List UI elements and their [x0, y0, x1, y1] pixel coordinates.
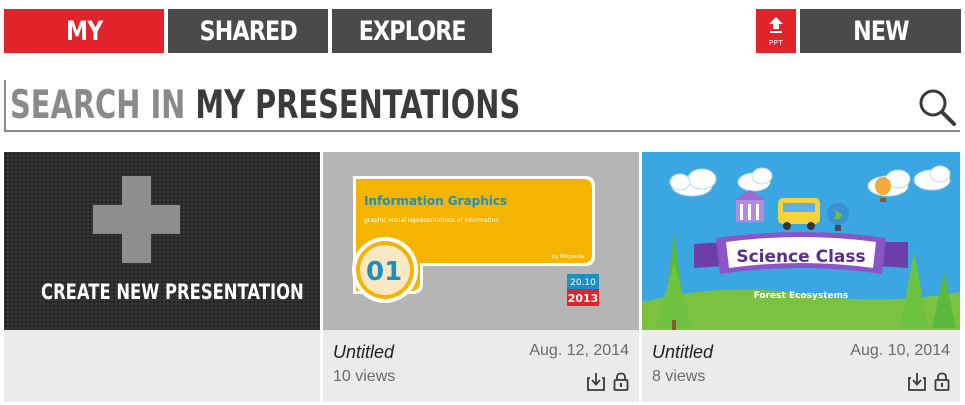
info-graphics-thumbnail: Information Graphics graphic visual repr…	[352, 176, 599, 306]
thumb-subheading: Forest Ecosystems	[754, 291, 849, 301]
download-icon[interactable]	[587, 372, 605, 391]
presentation-card-footer: Untitled Aug. 10, 2014 8 views	[642, 330, 960, 402]
presentation-card-footer: Untitled Aug. 12, 2014 10 views	[323, 330, 639, 402]
presentation-views: 10 views	[333, 368, 396, 385]
search-input[interactable]: SEARCH IN MY PRESENTATIONS	[10, 84, 520, 128]
lock-icon[interactable]	[934, 372, 950, 391]
tab-my-label: MY	[65, 15, 103, 47]
ppt-label: PPT	[768, 39, 784, 47]
presentation-title[interactable]: Untitled	[652, 342, 713, 363]
presentation-views: 8 views	[652, 368, 706, 385]
upload-icon	[769, 17, 783, 33]
tab-my[interactable]: MY	[4, 9, 164, 53]
tab-explore-label: EXPLORE	[358, 15, 466, 47]
presentation-date: Aug. 12, 2014	[529, 342, 629, 359]
tab-explore[interactable]: EXPLORE	[332, 9, 492, 53]
ppt-upload-button[interactable]: PPT	[756, 9, 796, 53]
presentation-thumbnail[interactable]: Information Graphics graphic visual repr…	[323, 152, 639, 330]
thumb-date-bottom: 2013	[568, 292, 599, 305]
search-scope: MY PRESENTATIONS	[195, 83, 521, 128]
new-button[interactable]: NEW	[800, 9, 961, 53]
search-bar[interactable]: SEARCH IN MY PRESENTATIONS	[4, 80, 960, 132]
create-presentation-label: CREATE NEW PRESENTATION	[41, 280, 304, 304]
thumb-subheading: graphic visual representations of inform…	[364, 217, 499, 224]
presentation-thumbnail[interactable]: Science Class Forest Ecosystems	[642, 152, 960, 330]
presentation-title[interactable]: Untitled	[333, 342, 394, 363]
download-icon[interactable]	[908, 372, 926, 391]
search-icon[interactable]	[916, 86, 958, 128]
create-presentation-card[interactable]: CREATE NEW PRESENTATION	[4, 152, 320, 330]
tab-shared-label: SHARED	[199, 15, 297, 47]
thumb-number: 01	[366, 257, 402, 287]
science-class-thumbnail: Science Class Forest Ecosystems	[642, 165, 960, 330]
thumb-heading: Information Graphics	[364, 194, 507, 208]
thumb-credit: by Wikipedia	[552, 254, 584, 260]
thumb-heading: Science Class	[736, 247, 865, 267]
search-prefix: SEARCH IN	[10, 83, 186, 128]
thumb-date-top: 20.10	[570, 278, 596, 288]
presentation-date: Aug. 10, 2014	[850, 342, 950, 359]
tab-shared[interactable]: SHARED	[168, 9, 328, 53]
new-button-label: NEW	[852, 15, 909, 47]
create-card-footer	[4, 330, 320, 402]
plus-icon-bar	[93, 205, 180, 234]
lock-icon[interactable]	[613, 372, 629, 391]
